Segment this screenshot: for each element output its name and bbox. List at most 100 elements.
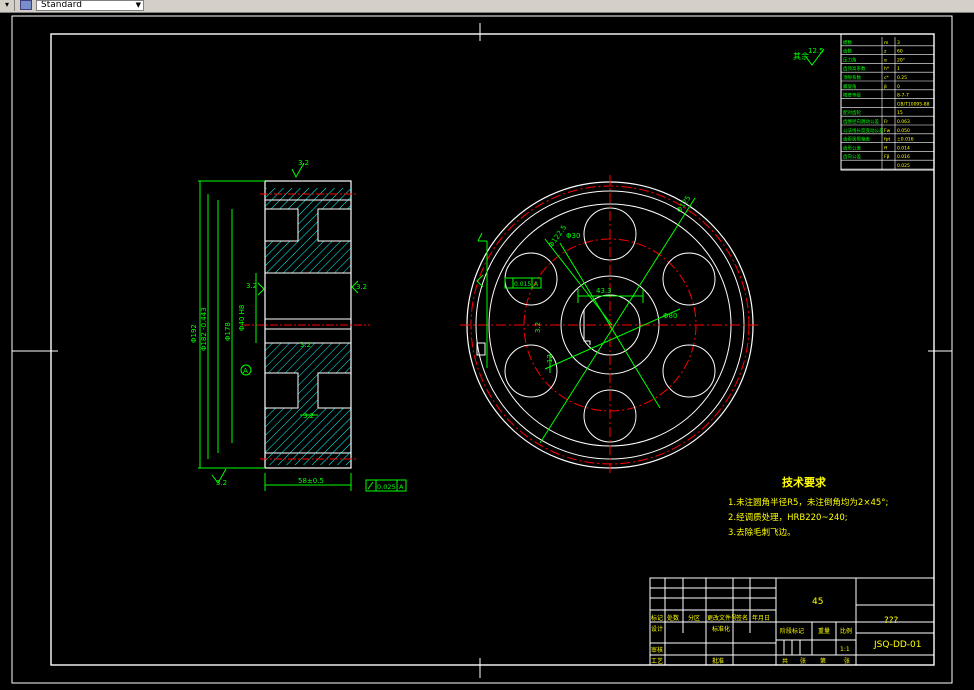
param-cell: ff bbox=[884, 145, 888, 151]
param-cell: 模数 bbox=[843, 39, 852, 46]
drawing-number: JSQ-DD-01 bbox=[873, 640, 922, 650]
param-cell: Fw bbox=[884, 128, 891, 134]
tech-title: 技术要求 bbox=[782, 475, 827, 489]
param-cell: 公法线长度变动公差 bbox=[843, 127, 884, 134]
param-cell: 3 bbox=[897, 40, 900, 46]
tech-item-3: 3.去除毛刺飞边。 bbox=[728, 527, 796, 538]
param-cell: ±0.016 bbox=[897, 137, 914, 143]
param-cell: α bbox=[884, 58, 887, 63]
param-cell: 0 bbox=[897, 84, 900, 90]
roughness-right: 3.2 bbox=[356, 283, 367, 291]
dim-holes: Φ30 bbox=[566, 232, 580, 240]
outer-border bbox=[11, 15, 953, 684]
inner-frame bbox=[50, 33, 935, 666]
param-cell: Fr bbox=[884, 119, 888, 125]
roughness-center: 3.2 bbox=[303, 412, 314, 420]
param-table: 模数 m 3 齿数 z 60 压力角 α 20° 齿顶高系数 h* 1 顶隙系数 c* 0.25 螺旋角 β 0 精… bbox=[840, 33, 935, 171]
scale: 1:1 bbox=[840, 646, 850, 653]
text-style-icon[interactable] bbox=[20, 0, 32, 10]
label-process: 工艺 bbox=[651, 657, 663, 665]
label-approve: 批准 bbox=[712, 657, 724, 665]
param-cell: 0.25 bbox=[897, 75, 907, 81]
label-sheet: 张 bbox=[800, 657, 806, 665]
param-cell: 齿顶高系数 bbox=[843, 65, 866, 72]
dim-pitch: Φ178 bbox=[224, 322, 232, 341]
tech-item-1: 1.未注圆角半径R5，未注倒角均为2×45°; bbox=[728, 497, 888, 508]
chevron-down-icon[interactable]: ▼ bbox=[136, 1, 141, 10]
label-of: 第 bbox=[820, 657, 826, 665]
material: 45 bbox=[812, 597, 823, 607]
param-cell: 0.016 bbox=[897, 154, 910, 160]
toolbar-dropdown-arrow[interactable]: ▾ bbox=[0, 0, 15, 11]
param-cell: h* bbox=[884, 66, 890, 72]
fcf-value: 0.015 bbox=[514, 281, 531, 288]
cad-drawing[interactable]: Φ192 Φ182 -0.443 Φ178 Φ40 H8 58±0.5 3.2 … bbox=[0, 13, 974, 686]
param-cell: 60 bbox=[897, 49, 903, 55]
param-cell: GB/T10095-88 bbox=[897, 101, 930, 107]
side-view: Φ192 Φ182 -0.443 Φ178 Φ40 H8 58±0.5 3.2 … bbox=[190, 159, 407, 492]
label-review: 审核 bbox=[651, 646, 663, 654]
dim-mid: Φ182 -0.443 bbox=[200, 307, 208, 351]
surface-note-value: 12.5 bbox=[808, 47, 824, 55]
label-count: 处数 bbox=[667, 614, 679, 622]
roughness-front-left: 3.2 bbox=[534, 322, 542, 333]
toolbar: ▾ Standard ▼ bbox=[0, 0, 974, 13]
dim-right: Φ80 bbox=[663, 312, 677, 320]
param-cell: 8-7-7 bbox=[897, 93, 909, 99]
param-cell: 齿向公差 bbox=[843, 153, 861, 160]
text-style-select-value: Standard bbox=[41, 0, 82, 10]
label-designer: 设计 bbox=[651, 625, 663, 633]
param-cell: z bbox=[884, 50, 887, 55]
fcf-datum: A bbox=[534, 281, 539, 288]
param-cell: 压力角 bbox=[843, 56, 857, 63]
label-change-doc: 更改文件号 bbox=[707, 614, 737, 622]
label-mark: 标记 bbox=[651, 614, 663, 622]
param-cell: fpt bbox=[884, 137, 890, 143]
label-sheet-2: 张 bbox=[844, 657, 850, 665]
datum-a-side: A bbox=[243, 367, 248, 375]
drawing-canvas[interactable]: Φ192 Φ182 -0.443 Φ178 Φ40 H8 58±0.5 3.2 … bbox=[0, 13, 974, 686]
param-cell: c* bbox=[884, 75, 889, 81]
roughness-hub: 3.2 bbox=[300, 341, 311, 349]
dim-bore: Φ40 H8 bbox=[238, 305, 246, 331]
part-name: ??? bbox=[884, 616, 899, 626]
label-stage-mark: 阶段标记 bbox=[780, 627, 804, 635]
param-cell: 精度等级 bbox=[843, 92, 861, 99]
param-cell: 0.014 bbox=[897, 145, 910, 151]
surface-note-label: 其余 bbox=[793, 51, 809, 61]
text-style-select[interactable]: Standard ▼ bbox=[36, 0, 144, 11]
roughness-left: 3.2 bbox=[246, 282, 257, 290]
tolerance-datum: A bbox=[399, 483, 404, 491]
front-view: 43.3 Φ30 Φ122.5 Φ80 Φ125 12 3.2 0.015 A bbox=[460, 175, 760, 475]
dim-od: Φ192 bbox=[190, 324, 198, 343]
param-cell: 1 bbox=[897, 66, 900, 72]
param-cell: 0.050 bbox=[897, 128, 910, 134]
dim-width: 58±0.5 bbox=[298, 477, 324, 485]
param-cell: 0.063 bbox=[897, 119, 910, 125]
label-total: 共 bbox=[782, 657, 788, 665]
label-zone: 分区 bbox=[688, 614, 700, 622]
param-cell: 齿形公差 bbox=[843, 144, 861, 151]
param-cell: 20° bbox=[897, 57, 905, 63]
param-cell: 配对齿轮 bbox=[843, 109, 861, 116]
label-scale: 比例 bbox=[840, 627, 852, 635]
param-cell: 齿数 bbox=[843, 48, 852, 55]
param-cell: 15 bbox=[897, 110, 903, 116]
param-cell: 0.025 bbox=[897, 163, 910, 169]
label-weight: 重量 bbox=[818, 627, 830, 635]
dim-key-tol: 12 bbox=[546, 354, 554, 363]
param-cell: 齿距极限偏差 bbox=[843, 136, 870, 143]
param-cell: Fβ bbox=[884, 154, 890, 160]
tech-item-2: 2.经调质处理，HRB220~240; bbox=[728, 512, 848, 523]
param-cell: 顶隙系数 bbox=[843, 74, 861, 81]
surface-note: 其余 12.5 bbox=[793, 47, 825, 66]
param-cell: 螺旋角 bbox=[843, 83, 857, 90]
param-cell: m bbox=[884, 41, 888, 46]
tech-requirements: 技术要求 1.未注圆角半径R5，未注倒角均为2×45°; 2.经调质处理，HRB… bbox=[728, 475, 888, 538]
tolerance-value: 0.025 bbox=[377, 483, 396, 491]
param-cell: β bbox=[884, 84, 887, 90]
param-cell: 齿圈径向跳动公差 bbox=[843, 118, 879, 125]
label-date: 年月日 bbox=[752, 614, 770, 622]
dim-keyway: 43.3 bbox=[596, 287, 612, 295]
label-standardize: 标准化 bbox=[712, 625, 730, 633]
